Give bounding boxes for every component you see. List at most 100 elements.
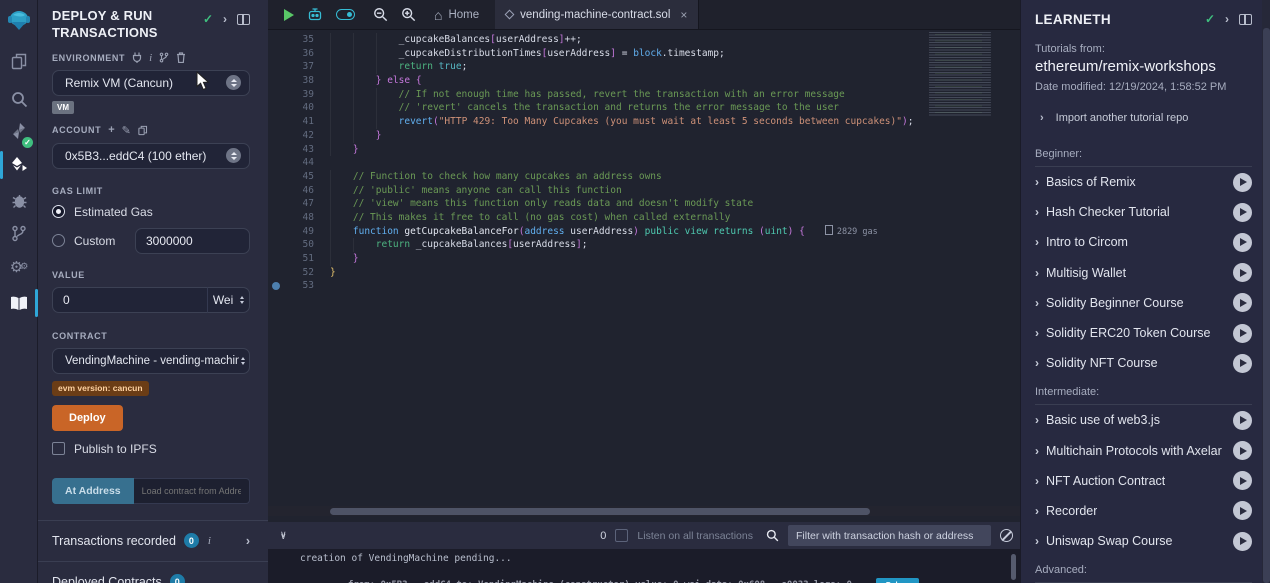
code-text[interactable]: // 'public' means anyone can call this f… bbox=[330, 184, 1020, 198]
code-text[interactable]: } bbox=[330, 143, 1020, 157]
custom-gas-input[interactable] bbox=[135, 228, 250, 254]
zoom-out-icon[interactable] bbox=[373, 7, 388, 22]
code-text[interactable]: // If not enough time has passed, revert… bbox=[330, 88, 1020, 102]
minimap[interactable] bbox=[925, 32, 1011, 116]
breakpoint-gutter[interactable] bbox=[268, 225, 284, 239]
tutorial-item[interactable]: ›Basics of Remix bbox=[1035, 167, 1252, 197]
estimated-gas-radio[interactable] bbox=[52, 205, 65, 218]
tutorial-item[interactable]: ›Hash Checker Tutorial bbox=[1035, 197, 1252, 227]
breakpoint-gutter[interactable] bbox=[268, 252, 284, 266]
contract-select[interactable]: VendingMachine - vending-machin bbox=[52, 348, 250, 374]
panel-expand-icon[interactable]: › bbox=[223, 12, 227, 26]
breakpoint-gutter[interactable] bbox=[268, 211, 284, 225]
transactions-info-icon[interactable]: i bbox=[208, 535, 211, 547]
breakpoint-dot[interactable] bbox=[272, 282, 280, 290]
tutorial-item[interactable]: ›Solidity ERC20 Token Course bbox=[1035, 318, 1252, 348]
zoom-in-icon[interactable] bbox=[401, 7, 416, 22]
code-text[interactable]: return _cupcakeBalances[userAddress]; bbox=[330, 238, 1020, 252]
code-area[interactable]: 35_cupcakeBalances[userAddress]++;36_cup… bbox=[268, 30, 1020, 505]
environment-select[interactable]: Remix VM (Cancun) bbox=[52, 70, 250, 96]
contract-stepper-icon[interactable] bbox=[241, 357, 245, 365]
file-explorer-icon[interactable] bbox=[0, 46, 38, 76]
deploy-button[interactable]: Deploy bbox=[52, 405, 123, 431]
tutorial-item[interactable]: ›Solidity Beginner Course bbox=[1035, 288, 1252, 318]
breakpoint-gutter[interactable] bbox=[268, 88, 284, 102]
breakpoint-gutter[interactable] bbox=[268, 170, 284, 184]
listen-transactions-checkbox[interactable] bbox=[615, 529, 628, 542]
play-tutorial-button[interactable] bbox=[1233, 532, 1252, 551]
deploy-run-icon[interactable] bbox=[0, 150, 38, 180]
settings-icon[interactable]: ⚙⚙ bbox=[0, 252, 38, 282]
breakpoint-gutter[interactable] bbox=[268, 115, 284, 129]
terminal-search-icon[interactable] bbox=[766, 529, 779, 542]
transactions-recorded-row[interactable]: Transactions recorded 0 i › bbox=[38, 521, 268, 561]
code-text[interactable]: // 'revert' cancels the transaction and … bbox=[330, 101, 1020, 115]
transactions-expand-icon[interactable]: › bbox=[246, 534, 250, 548]
code-text[interactable]: } else { bbox=[330, 74, 1020, 88]
play-tutorial-button[interactable] bbox=[1233, 324, 1252, 343]
account-select[interactable]: 0x5B3...eddC4 (100 ether) bbox=[52, 143, 250, 169]
play-tutorial-button[interactable] bbox=[1233, 354, 1252, 373]
add-account-icon[interactable]: + bbox=[108, 124, 114, 136]
deployed-contracts-row[interactable]: Deployed Contracts 0 bbox=[38, 562, 268, 583]
breakpoint-gutter[interactable] bbox=[268, 74, 284, 88]
breakpoint-gutter[interactable] bbox=[268, 47, 284, 61]
collapse-terminal-icon[interactable]: ∨∨ bbox=[280, 532, 287, 539]
breakpoint-gutter[interactable] bbox=[268, 238, 284, 252]
play-tutorial-button[interactable] bbox=[1233, 501, 1252, 520]
code-text[interactable]: // This makes it free to call (no gas co… bbox=[330, 211, 1020, 225]
play-tutorial-button[interactable] bbox=[1233, 233, 1252, 252]
environment-info-icon[interactable]: i bbox=[149, 52, 152, 64]
breakpoint-gutter[interactable] bbox=[268, 184, 284, 198]
scrollbar-thumb[interactable] bbox=[330, 508, 870, 515]
tutorial-item[interactable]: ›Intro to Circom bbox=[1035, 227, 1252, 257]
breakpoint-gutter[interactable] bbox=[268, 266, 284, 280]
breakpoint-gutter[interactable] bbox=[268, 129, 284, 143]
git-icon[interactable] bbox=[0, 218, 38, 248]
terminal-scrollbar-thumb[interactable] bbox=[1011, 554, 1016, 580]
play-tutorial-button[interactable] bbox=[1233, 263, 1252, 282]
learneth-expand-icon[interactable]: › bbox=[1225, 12, 1229, 26]
close-tab-icon[interactable]: × bbox=[680, 8, 687, 22]
at-address-button[interactable]: At Address bbox=[52, 478, 134, 504]
breakpoint-gutter[interactable] bbox=[268, 197, 284, 211]
code-text[interactable]: } bbox=[330, 266, 1020, 280]
at-address-input[interactable] bbox=[134, 478, 250, 504]
remix-logo-icon[interactable] bbox=[0, 6, 38, 36]
code-text[interactable]: _cupcakeDistributionTimes[userAddress] =… bbox=[330, 47, 1020, 61]
code-text[interactable] bbox=[330, 279, 1020, 293]
play-tutorial-button[interactable] bbox=[1233, 173, 1252, 192]
file-tab[interactable]: vending-machine-contract.sol × bbox=[495, 0, 699, 29]
unit-stepper-icon[interactable] bbox=[240, 296, 244, 304]
tutorial-item[interactable]: ›Multisig Wallet bbox=[1035, 258, 1252, 288]
code-text[interactable]: revert("HTTP 429: Too Many Cupcakes (you… bbox=[330, 115, 1020, 129]
learneth-plugin-icon[interactable] bbox=[0, 288, 38, 318]
delete-environment-icon[interactable] bbox=[176, 52, 186, 63]
code-text[interactable] bbox=[330, 156, 1020, 170]
value-unit-select[interactable]: Wei bbox=[207, 287, 250, 313]
import-repo-row[interactable]: › Import another tutorial repo bbox=[1035, 112, 1252, 124]
code-text[interactable]: // 'view' means this function only reads… bbox=[330, 197, 1020, 211]
ai-assistant-robot-icon[interactable] bbox=[307, 7, 323, 22]
breakpoint-gutter[interactable] bbox=[268, 101, 284, 115]
horizontal-scrollbar[interactable] bbox=[268, 506, 1020, 516]
ai-toggle-icon[interactable] bbox=[336, 9, 355, 20]
tutorial-item[interactable]: ›Recorder bbox=[1035, 496, 1252, 526]
tutorial-item[interactable]: ›NFT Auction Contract bbox=[1035, 466, 1252, 496]
run-script-icon[interactable] bbox=[284, 9, 294, 21]
debug-button[interactable]: Debug bbox=[876, 578, 919, 583]
edit-account-icon[interactable]: ✎ bbox=[122, 124, 131, 137]
custom-gas-radio[interactable] bbox=[52, 234, 65, 247]
account-dropdown-icon[interactable] bbox=[226, 148, 241, 163]
breakpoint-gutter[interactable] bbox=[268, 33, 284, 47]
value-input[interactable] bbox=[52, 287, 207, 313]
terminal-filter-input[interactable] bbox=[788, 525, 991, 546]
clear-terminal-icon[interactable] bbox=[1000, 529, 1013, 542]
breakpoint-gutter[interactable] bbox=[268, 143, 284, 157]
play-tutorial-button[interactable] bbox=[1233, 411, 1252, 430]
code-text[interactable]: _cupcakeBalances[userAddress]++; bbox=[330, 33, 1020, 47]
copy-account-icon[interactable] bbox=[138, 125, 148, 136]
debugger-icon[interactable] bbox=[0, 185, 38, 215]
home-tab[interactable]: ⌂ Home bbox=[434, 0, 479, 29]
code-text[interactable]: return true; bbox=[330, 60, 1020, 74]
